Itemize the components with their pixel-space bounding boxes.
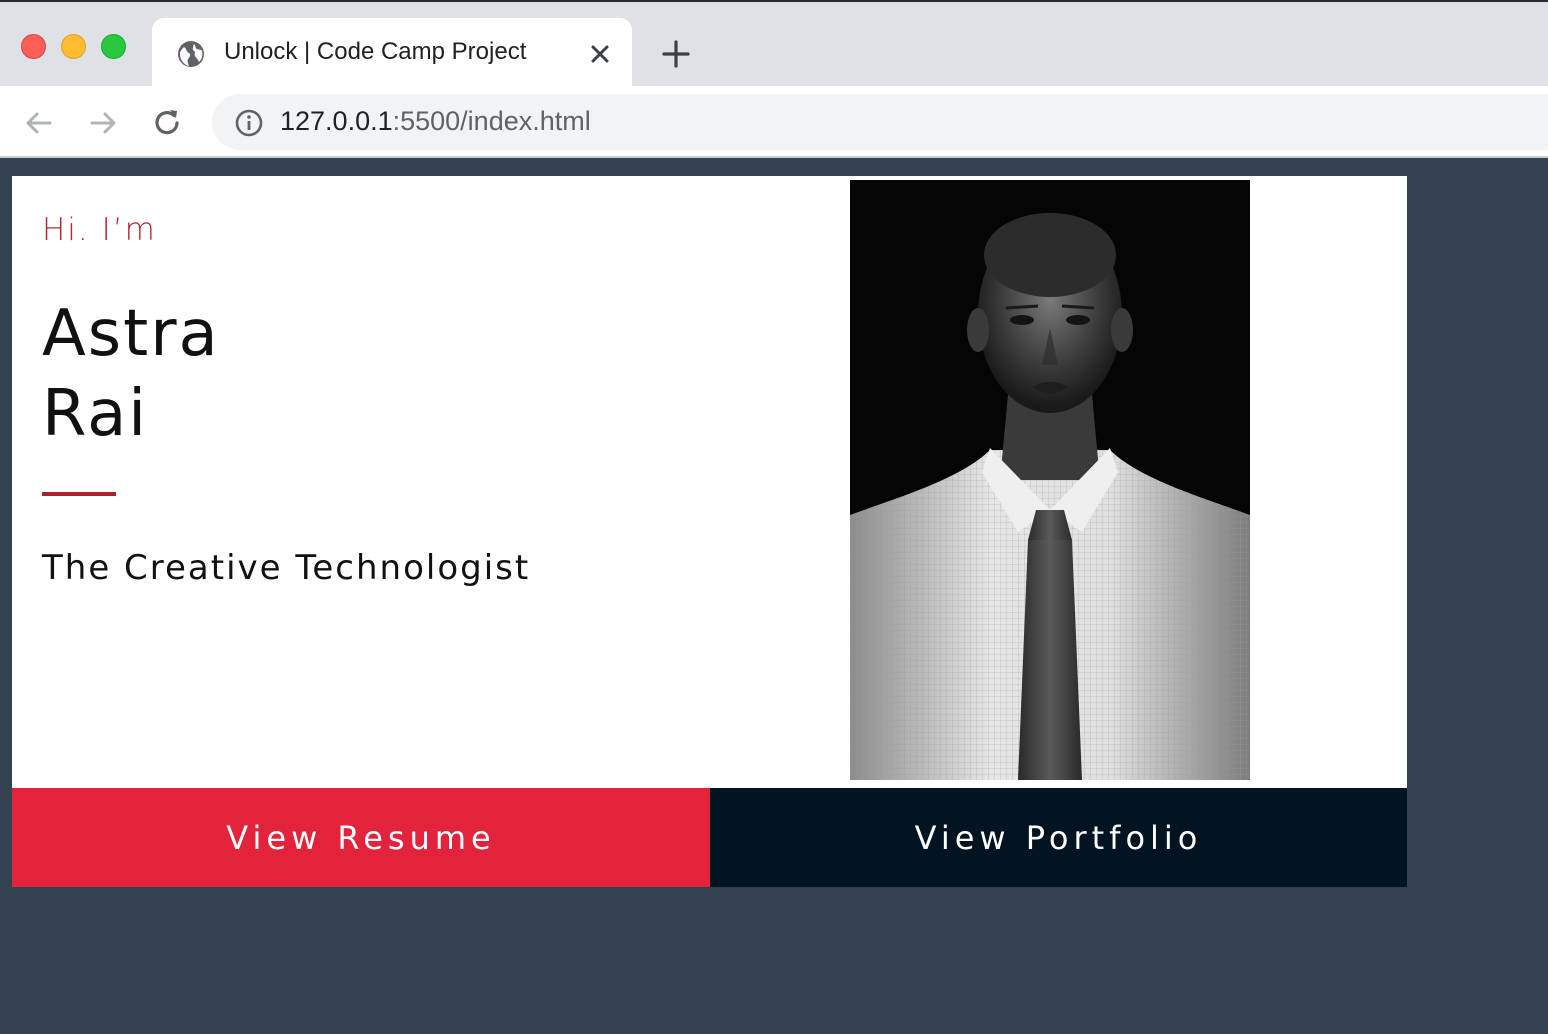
greeting-text: Hi. I’m xyxy=(42,212,157,248)
info-icon[interactable] xyxy=(234,108,264,138)
view-resume-button[interactable]: View Resume xyxy=(12,788,710,887)
reload-icon[interactable] xyxy=(150,106,184,140)
address-bar[interactable]: 127.0.0.1:5500/index.html xyxy=(212,94,1548,150)
window-maximize-button[interactable] xyxy=(101,34,126,59)
last-name: Rai xyxy=(42,377,149,451)
forward-arrow-icon[interactable] xyxy=(86,106,120,140)
tab-title: Unlock | Code Camp Project xyxy=(224,38,527,65)
page-viewport: Hi. I’m Astra Rai The Creative Technolog… xyxy=(0,160,1548,1034)
browser-tab-bar: Unlock | Code Camp Project xyxy=(0,0,1548,88)
accent-divider xyxy=(42,492,116,496)
url-text[interactable]: 127.0.0.1:5500/index.html xyxy=(280,106,591,137)
browser-tab-active[interactable]: Unlock | Code Camp Project xyxy=(152,18,632,88)
view-portfolio-button[interactable]: View Portfolio xyxy=(710,788,1407,887)
portrait-photo xyxy=(850,180,1250,780)
close-icon[interactable] xyxy=(586,40,614,68)
window-minimize-button[interactable] xyxy=(61,34,86,59)
plus-icon[interactable] xyxy=(660,38,692,70)
hero-name: Astra Rai xyxy=(42,294,220,454)
hero-card: Hi. I’m Astra Rai The Creative Technolog… xyxy=(12,176,1407,788)
url-path: :5500/index.html xyxy=(392,106,591,136)
window-close-button[interactable] xyxy=(21,34,46,59)
tagline: The Creative Technologist xyxy=(42,548,531,588)
first-name: Astra xyxy=(42,297,220,371)
back-arrow-icon[interactable] xyxy=(22,106,56,140)
globe-icon xyxy=(178,41,204,67)
url-host: 127.0.0.1 xyxy=(280,106,393,136)
browser-toolbar: 127.0.0.1:5500/index.html xyxy=(0,86,1548,158)
